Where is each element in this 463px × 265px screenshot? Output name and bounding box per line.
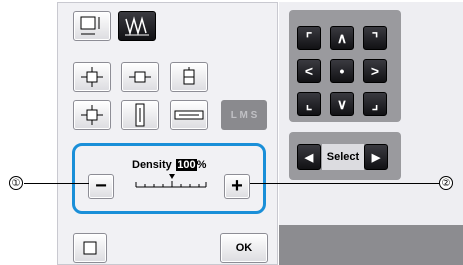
callout-two-line — [250, 183, 439, 184]
arrow-top-left-button[interactable]: ⌜ — [297, 26, 321, 50]
stretch-vertical-icon — [135, 103, 145, 127]
density-plus-button[interactable]: + — [224, 174, 250, 199]
size-lms-label: L M S — [230, 109, 258, 121]
stretch-horizontal-icon — [174, 110, 204, 120]
density-value: 100 — [176, 159, 197, 171]
select-label-box: Select — [322, 144, 364, 170]
arrow-center-button[interactable]: • — [330, 59, 354, 83]
chevron-down-icon: ∨ — [336, 95, 348, 112]
density-header: Density 100% — [132, 155, 222, 173]
arrow-bottom-left-button[interactable]: ⌞ — [297, 92, 321, 116]
size-lms-button[interactable]: L M S — [221, 100, 267, 130]
stretch-vertical-button[interactable] — [121, 100, 159, 130]
blank-button[interactable] — [73, 233, 107, 263]
select-prev-button[interactable]: ◀ — [297, 144, 321, 170]
select-label: Select — [326, 151, 360, 163]
center-vertical-icon — [129, 71, 151, 83]
corner-top-right-icon: ⌝ — [371, 29, 379, 46]
density-label: Density — [132, 159, 172, 171]
center-vertical-button[interactable] — [121, 62, 159, 92]
density-unit: % — [196, 159, 207, 171]
ok-label: OK — [235, 242, 253, 254]
move-up-icon — [183, 67, 195, 85]
chevron-left-icon: < — [304, 63, 314, 79]
plus-icon: + — [231, 175, 243, 197]
select-next-button[interactable]: ▶ — [364, 144, 388, 170]
density-tab-button[interactable] — [118, 11, 156, 41]
arrow-left-button[interactable]: < — [297, 59, 321, 83]
callout-one: ① — [9, 176, 23, 190]
ok-button[interactable]: OK — [220, 233, 268, 263]
stretch-horizontal-button[interactable] — [170, 100, 208, 130]
triangle-left-icon: ◀ — [304, 151, 314, 164]
corner-bottom-right-icon: ⌟ — [371, 95, 379, 112]
left-panel — [57, 2, 278, 265]
arrow-bottom-right-button[interactable]: ⌟ — [363, 92, 387, 116]
callout-one-line — [24, 183, 89, 184]
square-icon — [83, 241, 97, 255]
density-minus-button[interactable]: − — [88, 174, 114, 199]
chevron-right-icon: > — [370, 63, 380, 79]
density-settings-icon — [125, 16, 149, 36]
triangle-right-icon: ▶ — [371, 151, 381, 164]
bottom-bar — [279, 225, 463, 265]
corner-top-left-icon: ⌜ — [305, 29, 313, 46]
size-tab-button[interactable] — [73, 11, 111, 41]
move-out-button[interactable] — [73, 100, 111, 130]
size-adjust-icon — [80, 16, 100, 35]
callout-two: ② — [439, 176, 453, 190]
arrow-right-button[interactable]: > — [363, 59, 387, 83]
move-in-button[interactable] — [73, 62, 111, 92]
minus-icon: − — [95, 175, 107, 197]
density-scale — [135, 174, 207, 188]
arrow-up-button[interactable]: ∧ — [330, 26, 354, 50]
chevron-up-icon: ∧ — [336, 29, 348, 46]
arrow-top-right-button[interactable]: ⌝ — [363, 26, 387, 50]
move-in-icon — [81, 67, 103, 87]
move-out-icon — [81, 105, 103, 125]
center-dot-icon: • — [339, 63, 345, 79]
corner-bottom-left-icon: ⌞ — [305, 95, 313, 112]
move-up-button[interactable] — [170, 62, 208, 92]
arrow-down-button[interactable]: ∨ — [330, 92, 354, 116]
